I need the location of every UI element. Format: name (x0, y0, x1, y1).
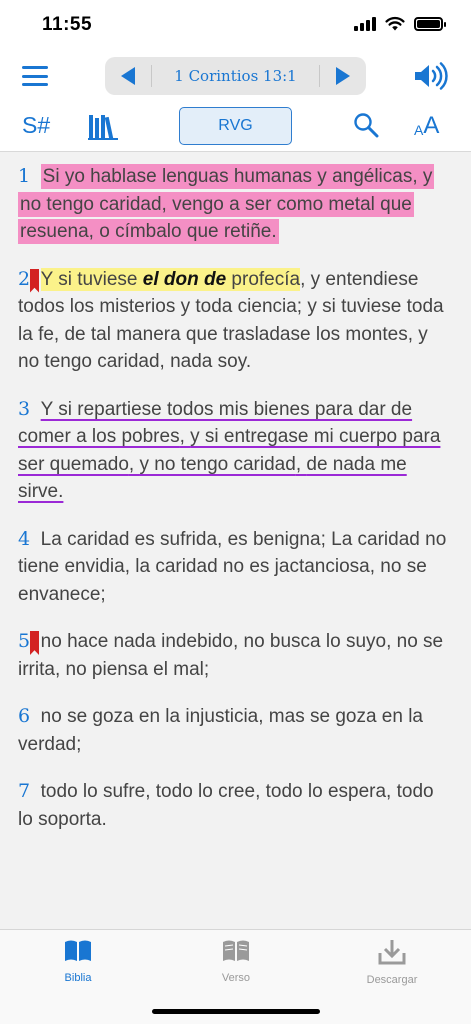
home-indicator (152, 1009, 320, 1014)
verse-text: no se goza en la injusticia, mas se goza… (18, 706, 423, 755)
verse-text: La caridad es sufrida, es benigna; La ca… (18, 528, 447, 605)
tab-label: Biblia (64, 972, 92, 984)
speaker-icon[interactable] (413, 62, 449, 90)
status-time: 11:55 (42, 14, 93, 35)
arrow-left-icon (121, 67, 135, 85)
verse-number: 1 (18, 165, 31, 187)
verse-number: 2 (18, 267, 31, 290)
arrow-right-icon (336, 67, 350, 85)
verse-book-icon (223, 940, 249, 961)
version-button[interactable]: RVG (179, 107, 292, 145)
tab-biblia[interactable]: Biblia (18, 939, 138, 984)
tab-label: Descargar (366, 974, 418, 986)
verse-1[interactable]: 1 Si yo hablase lenguas humanas y angéli… (18, 163, 453, 246)
verse-text: , (128, 453, 140, 475)
verse-text: todo lo sufre, todo lo cree, todo lo esp… (18, 781, 434, 830)
strongs-button[interactable]: S# (22, 112, 50, 139)
verse-number: 6 (18, 705, 31, 727)
verse-number: 4 (18, 527, 31, 550)
verse-6[interactable]: 6 no se goza en la injusticia, mas se go… (18, 703, 453, 758)
cellular-signal-icon (354, 16, 376, 31)
bookmark-icon (30, 631, 39, 655)
tab-descargar[interactable]: Descargar (332, 939, 452, 986)
verse-text: Si yo hablase lenguas humanas y angélica… (18, 164, 435, 244)
nav-bar: 1 Corintios 13:1 (0, 52, 471, 100)
verse-number: 5 (18, 630, 31, 652)
verse-4[interactable]: 4 La caridad es sufrida, es benigna; La … (18, 526, 453, 609)
verse-list[interactable]: 1 Si yo hablase lenguas humanas y angéli… (0, 153, 471, 929)
verse-text: no hace nada indebido, no busca lo suyo,… (18, 631, 444, 680)
book-selector: 1 Corintios 13:1 (105, 57, 366, 95)
verse-3[interactable]: 3 Y si repartiese todos mis bienes para … (18, 396, 453, 506)
search-icon[interactable] (353, 112, 379, 138)
bookmark-icon (30, 268, 39, 293)
previous-chapter-button[interactable] (105, 57, 151, 95)
verse-7[interactable]: 7 todo lo sufre, todo lo cree, todo lo e… (18, 778, 453, 833)
download-icon (378, 940, 406, 965)
font-size-small-label: A (414, 122, 424, 138)
verse-text: profecía (226, 268, 301, 290)
toolbar: S# RVG AA (0, 100, 471, 152)
verse-text: , (295, 453, 307, 475)
status-bar: 11:55 (0, 0, 471, 52)
verse-emphasis: el don de (142, 268, 227, 290)
font-size-large-label: A (423, 112, 440, 139)
open-book-icon (65, 940, 91, 962)
tab-label: Verso (221, 972, 251, 984)
verse-5[interactable]: 5 no hace nada indebido, no busca lo suy… (18, 628, 453, 683)
book-title-button[interactable]: 1 Corintios 13:1 (152, 67, 319, 85)
tab-verso[interactable]: Verso (176, 939, 296, 984)
font-size-button[interactable]: AA (414, 112, 440, 139)
verse-text: y no tengo caridad (139, 453, 296, 475)
verse-number: 3 (18, 397, 31, 420)
library-icon[interactable] (88, 113, 118, 140)
verse-2[interactable]: 2 Y si tuviese el don de profecía, y ent… (18, 266, 453, 376)
next-chapter-button[interactable] (320, 57, 366, 95)
verse-text: Y si tuviese (40, 268, 143, 290)
verse-number: 7 (18, 780, 31, 802)
verse-highlight: Y si tuviese el don de profecía (40, 267, 301, 291)
battery-icon (414, 16, 446, 31)
status-icons (354, 16, 446, 31)
menu-icon[interactable] (22, 66, 48, 86)
verse-text: , (179, 426, 191, 447)
wifi-icon (385, 16, 405, 31)
